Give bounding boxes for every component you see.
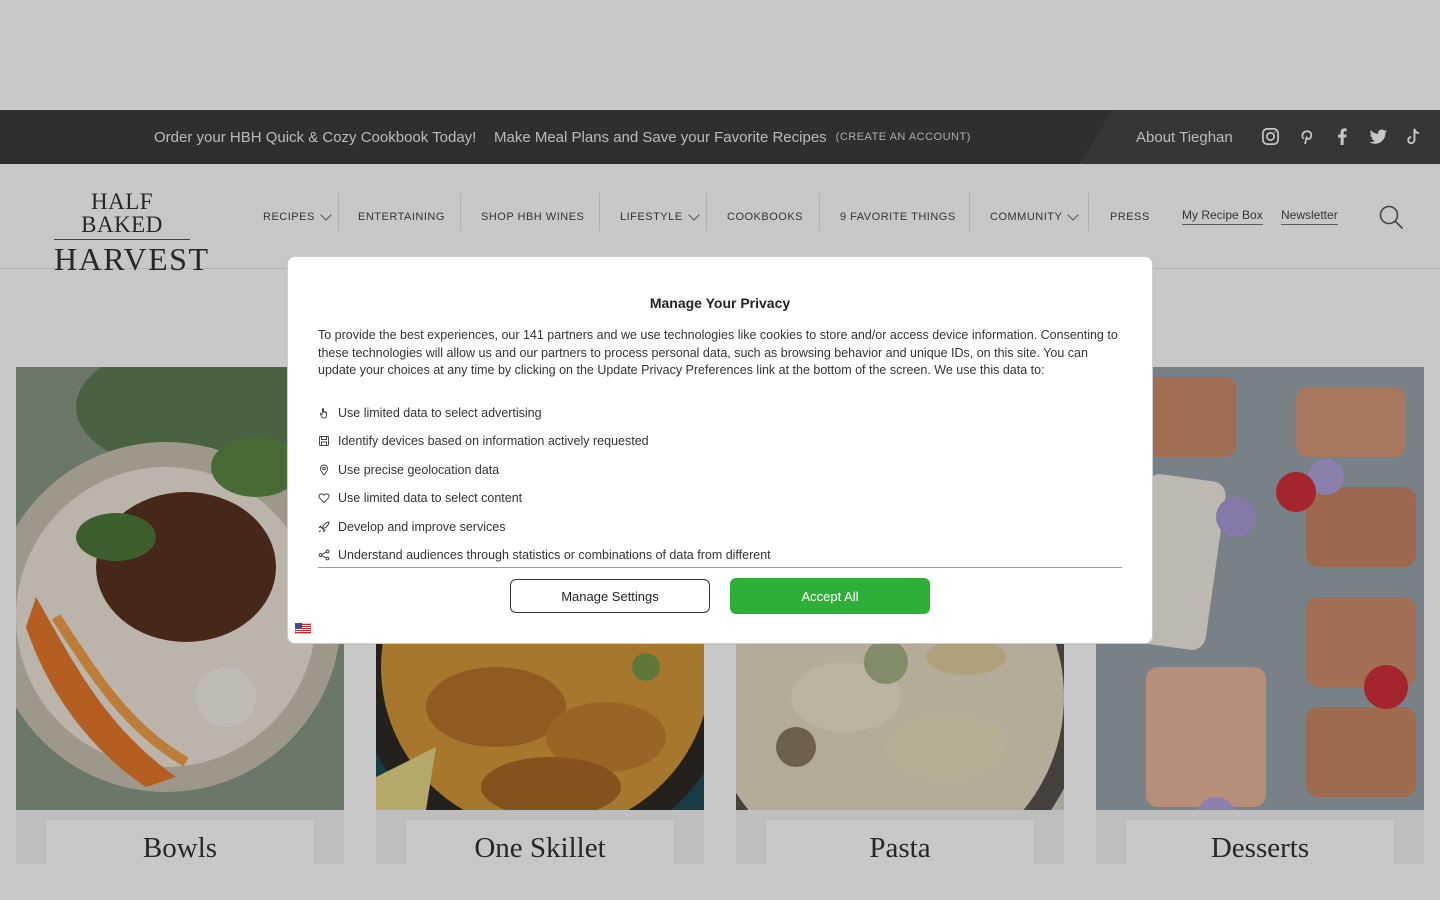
manage-settings-button[interactable]: Manage Settings — [510, 579, 710, 613]
purposes-divider — [318, 567, 1122, 568]
share-icon — [318, 549, 330, 561]
hand-pointer-icon — [319, 407, 327, 419]
privacy-title: Manage Your Privacy — [649, 295, 791, 311]
purpose-item: Use limited data to select advertising — [318, 403, 542, 423]
purpose-item: Use limited data to select content — [318, 488, 522, 508]
rocket-icon — [318, 521, 330, 533]
accept-all-button[interactable]: Accept All — [730, 578, 930, 614]
map-pin-icon — [319, 464, 329, 476]
device-save-icon — [319, 436, 329, 446]
purpose-item: Develop and improve services — [318, 517, 505, 537]
privacy-intro: To provide the best experiences, our 141… — [318, 328, 1118, 377]
purpose-item: Understand audiences through statistics … — [318, 545, 771, 565]
purpose-item: Identify devices based on information ac… — [318, 431, 649, 451]
heart-icon — [318, 493, 330, 504]
language-flag-icon[interactable] — [295, 623, 311, 634]
purpose-item: Use precise geolocation data — [318, 460, 499, 480]
privacy-dialog: Manage Your Privacy To provide the best … — [287, 256, 1153, 644]
